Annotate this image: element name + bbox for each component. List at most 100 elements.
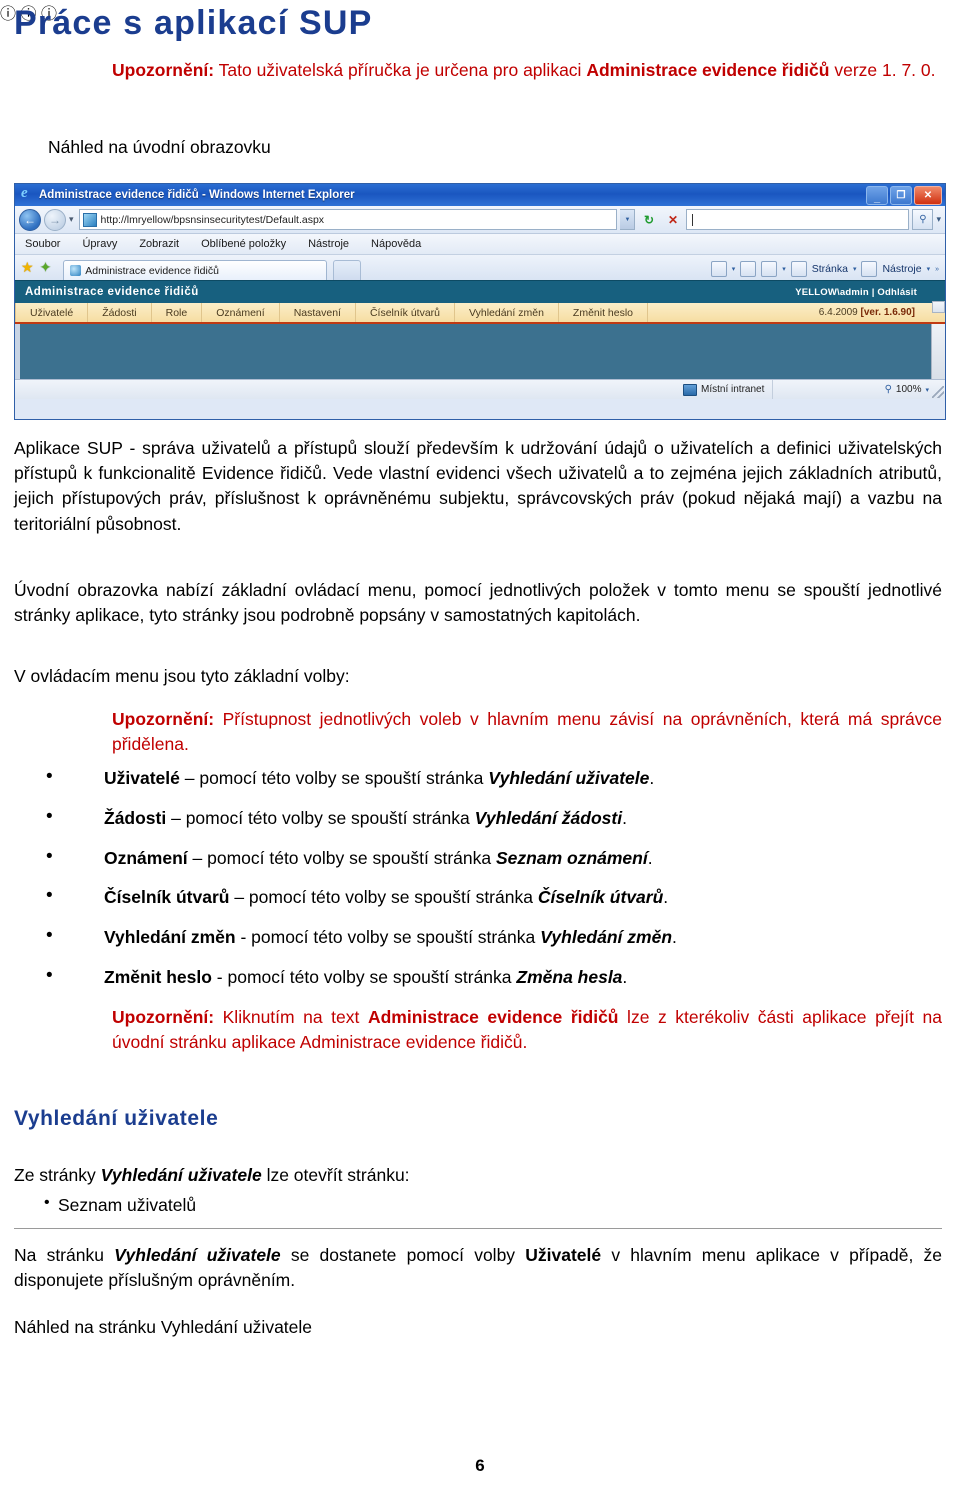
app-menu-item-oznameni[interactable]: Oznámení — [202, 303, 280, 322]
app-menu-item-nastaveni[interactable]: Nastavení — [280, 303, 356, 322]
app-main-menu: Uživatelé Žádosti Role Oznámení Nastaven… — [15, 303, 945, 324]
close-icon: ✕ — [923, 189, 933, 201]
page-number: 6 — [475, 1456, 485, 1475]
warning-top-text-1: Tato uživatelská příručka je určena pro … — [214, 60, 587, 80]
search-input[interactable] — [686, 209, 910, 230]
browser-menubar: Soubor Úpravy Zobrazit Oblíbené položky … — [15, 234, 945, 255]
app-menu-item-ciselnik-utvaru[interactable]: Číselník útvarů — [356, 303, 455, 322]
browser-statusbar: Místní intranet ⚲ 100% ▾ — [15, 379, 945, 399]
menu-oblibene-polozky[interactable]: Oblíbené položky — [201, 238, 286, 250]
bullet-term: Žádosti — [104, 807, 167, 828]
bullet-page: Vyhledání žádosti — [474, 807, 623, 828]
print-caret-icon[interactable]: ▾ — [782, 265, 786, 273]
browser-tabbar: ★ ✦ Administrace evidence řidičů ▾ ▾ Str… — [15, 255, 945, 280]
resize-grip[interactable] — [932, 386, 944, 398]
bullet-middle: – pomocí této volby se spouští stránka — [187, 847, 496, 868]
add-favorites-icon[interactable]: ✦ — [40, 259, 52, 276]
app-content-area — [15, 324, 945, 379]
app-version-date: 6.4.2009 — [818, 307, 861, 318]
bullet-end: . — [663, 887, 669, 908]
url-input[interactable]: http://lmryellow/bpsnsinsecuritytest/Def… — [78, 209, 618, 230]
print-icon[interactable] — [761, 261, 778, 277]
app-menu-item-uzivatele[interactable]: Uživatelé — [15, 303, 89, 322]
menu-zobrazit[interactable]: Zobrazit — [139, 238, 179, 250]
menu-upravy[interactable]: Úpravy — [82, 238, 117, 250]
warning-bottom: Upozornění: Kliknutím na text Administra… — [112, 1005, 942, 1055]
minimize-icon: _ — [873, 192, 881, 205]
zoom-caret-icon[interactable]: ▾ — [925, 386, 929, 394]
page-caret-icon[interactable]: ▾ — [853, 265, 857, 273]
list-item: Seznam uživatelů — [44, 1193, 196, 1217]
command-nastroje-label[interactable]: Nástroje — [882, 263, 921, 275]
browser-title-text: Administrace evidence řidičů - Windows I… — [39, 189, 355, 201]
scrollbar-thumb[interactable] — [932, 301, 945, 313]
list-item: Změnit heslo - pomocí této volby se spou… — [42, 964, 942, 989]
bullet-page: Seznam oznámení — [496, 847, 648, 868]
app-user-info[interactable]: YELLOW\admin | Odhlásit — [795, 287, 917, 298]
feeds-icon[interactable] — [740, 261, 757, 277]
bullet-end: . — [647, 847, 653, 868]
browser-screenshot-figure: Administrace evidence řidičů - Windows I… — [14, 183, 946, 420]
command-stranka-label[interactable]: Stránka — [812, 263, 848, 275]
menu-nastroje[interactable]: Nástroje — [308, 238, 349, 250]
app-version-tag: [ver. 1.6.90] — [860, 307, 915, 318]
paragraph-access: Na stránku Vyhledání uživatele se dostan… — [14, 1243, 942, 1293]
back-button[interactable]: ← — [19, 208, 41, 231]
magnifier-icon[interactable]: ⚲ — [912, 209, 934, 230]
bullet-term: Vyhledání změn — [104, 927, 236, 947]
app-header-title[interactable]: Administrace evidence řidičů — [25, 286, 199, 298]
paragraph-options-lead: V ovládacím menu jsou tyto základní volb… — [14, 666, 350, 686]
list-item: Žádosti – pomocí této volby se spouští s… — [42, 805, 942, 830]
page-icon[interactable] — [790, 261, 807, 277]
menu-napoveda[interactable]: Nápověda — [371, 238, 421, 250]
tab-favicon-icon — [70, 265, 82, 276]
url-dropdown-button[interactable] — [620, 209, 636, 230]
minimize-button[interactable]: _ — [866, 186, 888, 205]
bullet-middle: – pomocí této volby se spouští stránka — [166, 807, 475, 828]
warning-middle-text: Přístupnost jednotlivých voleb v hlavním… — [112, 709, 942, 754]
text-cursor — [692, 213, 694, 226]
warning-top: Upozornění: Tato uživatelská příručka je… — [112, 58, 942, 83]
zoom-control[interactable]: ⚲ 100% ▾ — [885, 384, 929, 395]
app-menu-item-zmenit-heslo[interactable]: Změnit heslo — [559, 303, 649, 322]
zoom-level: 100% — [895, 384, 922, 395]
app-menu-item-role[interactable]: Role — [152, 303, 203, 322]
new-tab-button[interactable] — [333, 260, 362, 280]
bullet-end: . — [622, 807, 627, 828]
page-favicon-icon — [82, 212, 97, 227]
warning-bottom-bold-1: Administrace evidence řidičů — [367, 1007, 619, 1027]
search-provider-caret-icon[interactable]: ▾ — [936, 214, 941, 225]
history-caret-icon[interactable]: ▾ — [69, 214, 74, 225]
star-icon[interactable]: ★ — [21, 259, 34, 276]
home-caret-icon[interactable]: ▾ — [732, 265, 736, 273]
home-icon[interactable] — [710, 261, 727, 277]
warning-bottom-text-1: Kliknutím na text — [214, 1007, 368, 1027]
caption-screenshot: Náhled na úvodní obrazovku — [48, 137, 271, 157]
bullet-middle: - pomocí této volby se spouští stránka — [235, 927, 541, 947]
bullet-middle: – pomocí této volby se spouští stránka — [179, 768, 489, 788]
bullet-term: Uživatelé — [104, 768, 180, 788]
bullet-page: Vyhledání uživatele — [488, 768, 650, 788]
bullet-end: . — [672, 927, 677, 947]
app-menu-item-vyhledani-zmen[interactable]: Vyhledání změn — [455, 303, 559, 322]
overflow-icon[interactable]: » — [935, 266, 939, 273]
app-menu-item-zadosti[interactable]: Žádosti — [88, 303, 152, 322]
tools-icon[interactable] — [861, 261, 878, 277]
close-button[interactable]: ✕ — [914, 186, 942, 205]
tools-caret-icon[interactable]: ▾ — [927, 265, 931, 273]
stop-icon[interactable]: ✕ — [662, 209, 683, 230]
maximize-button[interactable]: ❐ — [890, 186, 912, 205]
refresh-icon[interactable]: ↻ — [638, 209, 659, 230]
section-intro: Ze stránky Vyhledání uživatele lze otevř… — [14, 1163, 714, 1188]
browser-tab[interactable]: Administrace evidence řidičů — [63, 260, 328, 280]
bullet-middle: – pomocí této volby se spouští stránka — [229, 887, 538, 908]
bullet-end: . — [622, 966, 628, 987]
section-intro-italic: Vyhledání uživatele — [100, 1165, 262, 1185]
menu-soubor[interactable]: Soubor — [25, 238, 60, 250]
access-italic: Vyhledání uživatele — [114, 1245, 281, 1265]
security-zone-label: Místní intranet — [701, 384, 765, 395]
section-heading: Vyhledání uživatele — [14, 1107, 219, 1130]
security-zone-indicator[interactable]: Místní intranet — [675, 380, 774, 399]
warning-bottom-label: Upozornění: — [112, 1007, 215, 1027]
forward-button[interactable]: → — [44, 208, 66, 231]
